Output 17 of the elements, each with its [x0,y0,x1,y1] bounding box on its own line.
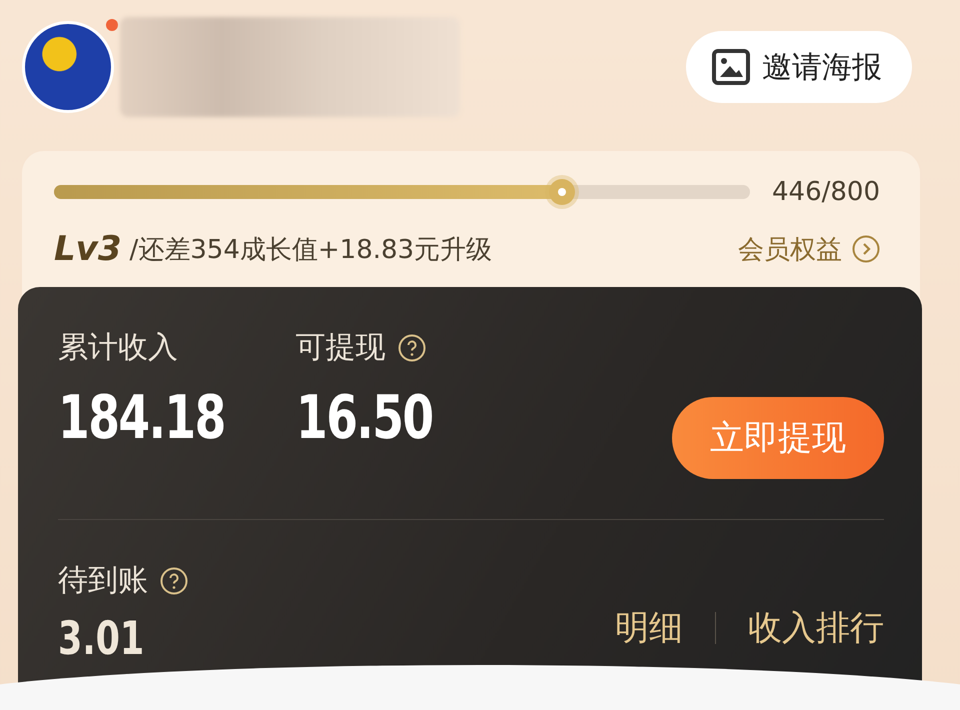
upgrade-hint: /还差354成长值+18.83元升级 [130,234,492,266]
pending-label: 待到账 [58,562,148,600]
help-icon[interactable] [398,334,426,362]
level-name: Lv3 [54,229,122,269]
progress-text: 446/800 [772,177,880,207]
earnings-link[interactable]: 明细 [615,605,683,651]
earnings-link[interactable]: 收入排行 [748,605,884,651]
invite-poster-button[interactable]: 邀请海报 [686,31,912,103]
help-icon[interactable] [160,566,188,594]
pending-value: 3.01 [58,615,146,661]
member-benefits-link[interactable]: 会员权益 [738,232,880,266]
stat-value: 184.18 [58,388,225,448]
chevron-circle-icon [852,235,880,263]
stat-label: 可提现 [296,329,386,367]
image-icon [712,49,750,85]
stat-label: 累计收入 [58,329,178,367]
stat-value: 16.50 [296,388,432,448]
